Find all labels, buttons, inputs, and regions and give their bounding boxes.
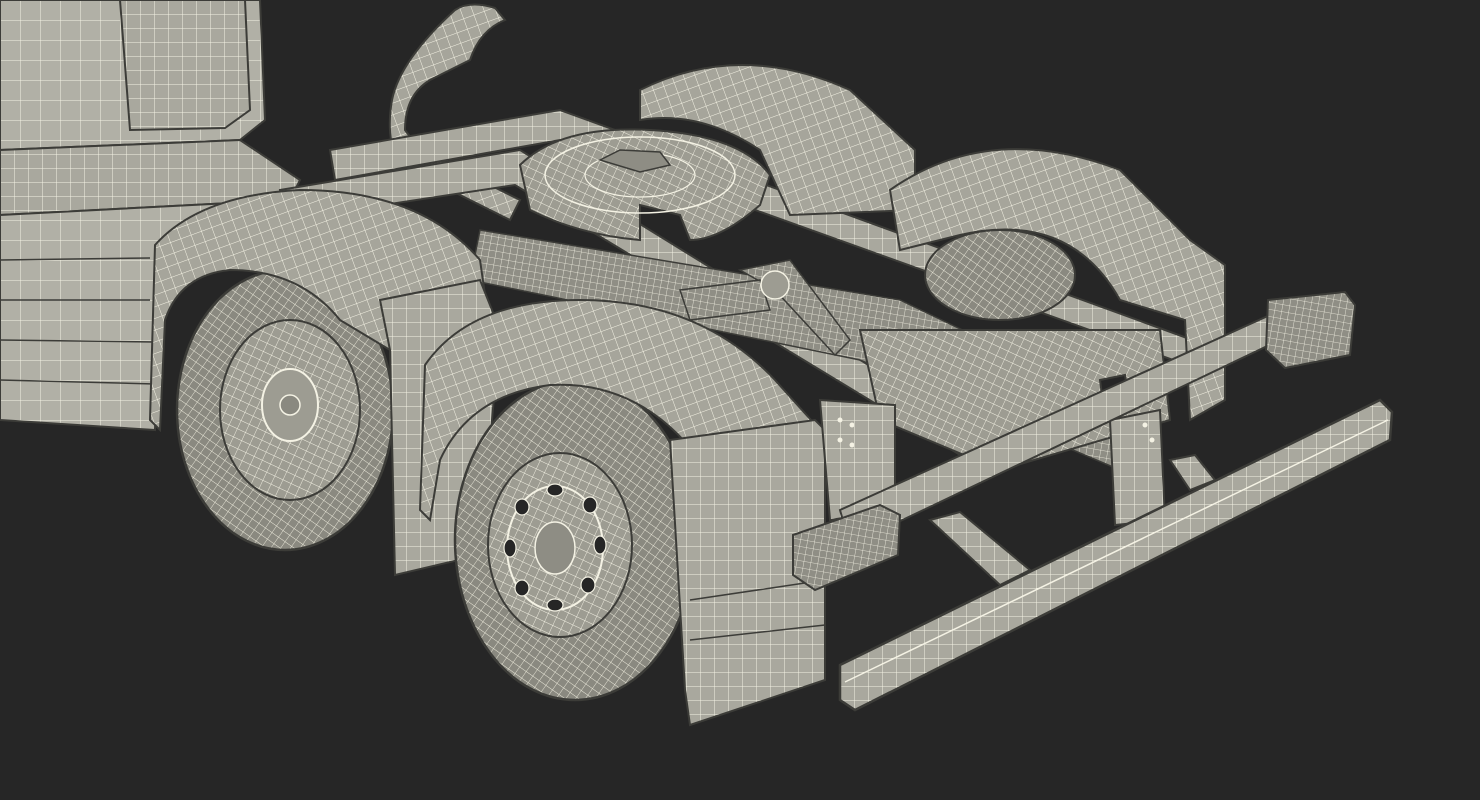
drive-wheel-right <box>453 378 697 702</box>
rear-wheel-far <box>924 229 1076 321</box>
truck-wireframe-svg <box>0 0 1480 800</box>
wireframe-render <box>0 0 1480 800</box>
tail-light-right <box>1264 290 1357 370</box>
